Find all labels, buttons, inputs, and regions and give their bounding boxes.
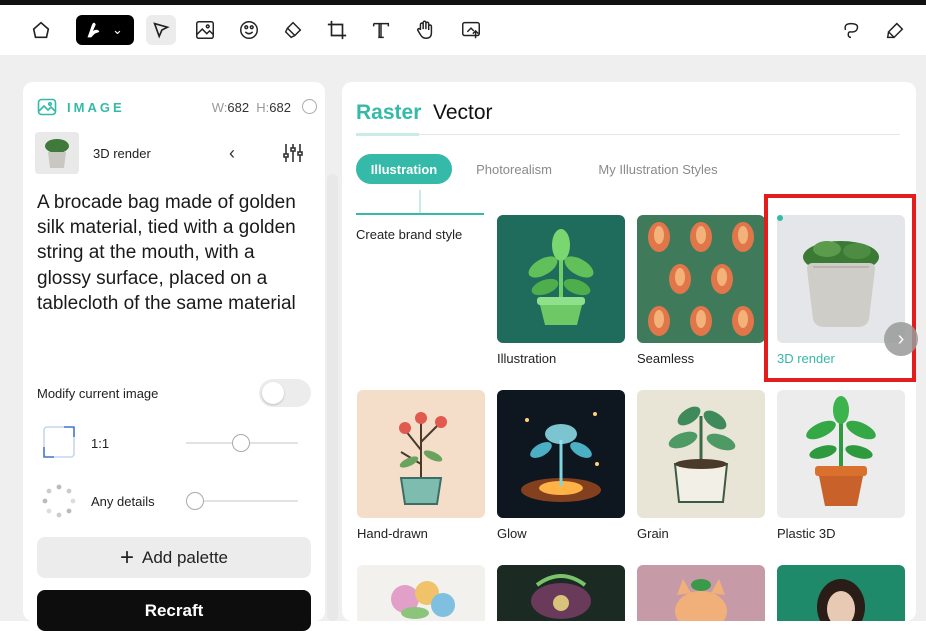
- dimensions: W:682 H:682: [212, 100, 291, 115]
- style-card-plastic-3d[interactable]: [777, 390, 905, 518]
- image-frame-icon[interactable]: [190, 15, 220, 45]
- style-card-row3-3[interactable]: [637, 565, 765, 621]
- add-palette-label: Add palette: [142, 547, 229, 567]
- upload-icon[interactable]: [456, 15, 486, 45]
- card-label-plastic-3d: Plastic 3D: [777, 526, 836, 541]
- aspect-ratio-icon[interactable]: [42, 425, 76, 459]
- tab-raster[interactable]: Raster: [356, 101, 421, 125]
- history-icon[interactable]: [302, 99, 317, 114]
- add-palette-button[interactable]: + Add palette: [37, 537, 311, 578]
- home-icon[interactable]: [26, 15, 56, 45]
- chevron-right-icon[interactable]: ›: [884, 322, 918, 356]
- create-brand-style-button[interactable]: Create brand style: [356, 227, 462, 242]
- chip-my-illustration-styles[interactable]: My Illustration Styles: [580, 154, 736, 184]
- card-label-seamless: Seamless: [637, 351, 695, 366]
- clear-icon[interactable]: [880, 15, 910, 45]
- tabs-divider: [356, 134, 900, 135]
- style-card-row3-4[interactable]: [777, 565, 905, 621]
- modify-label: Modify current image: [37, 386, 159, 401]
- details-knob[interactable]: [186, 492, 204, 510]
- selected-style-row[interactable]: 3D render ‹: [35, 132, 315, 174]
- image-icon: [37, 98, 57, 116]
- plus-icon: +: [119, 543, 134, 571]
- panel-scrollbar[interactable]: [327, 174, 338, 621]
- width-label: W:: [211, 99, 228, 115]
- height-label: H:: [256, 99, 270, 115]
- brand-connector: [419, 190, 421, 214]
- style-card-hand-drawn[interactable]: [357, 390, 485, 518]
- style-thumbnail: [35, 132, 79, 174]
- width-value[interactable]: 682: [227, 100, 249, 115]
- panel-header: IMAGE W:682 H:682: [37, 96, 317, 118]
- back-chevron-icon[interactable]: ‹: [229, 143, 235, 164]
- aspect-ratio-knob[interactable]: [232, 434, 250, 452]
- adjustments-icon[interactable]: [281, 141, 305, 165]
- style-card-row3-1[interactable]: [357, 565, 485, 621]
- modify-toggle[interactable]: [259, 379, 311, 407]
- panel-title: IMAGE: [67, 99, 125, 115]
- hand-tool-icon[interactable]: [410, 15, 440, 45]
- style-card-grain[interactable]: [637, 390, 765, 518]
- details-label: Any details: [91, 494, 155, 509]
- palette-icon[interactable]: [234, 15, 264, 45]
- prompt-text[interactable]: A brocade bag made of golden silk materi…: [37, 190, 312, 316]
- style-card-illustration[interactable]: [497, 215, 625, 343]
- active-tab-indicator: [356, 133, 419, 136]
- toolbar: ⌄: [0, 5, 926, 55]
- crop-icon[interactable]: [322, 15, 352, 45]
- tab-vector[interactable]: Vector: [433, 101, 493, 125]
- style-name: 3D render: [93, 145, 151, 161]
- toggle-knob: [262, 382, 284, 404]
- chip-photorealism[interactable]: Photorealism: [464, 154, 564, 184]
- style-card-seamless[interactable]: [637, 215, 765, 343]
- details-icon: [42, 484, 76, 518]
- card-label-illustration: Illustration: [497, 351, 557, 366]
- card-label-hand-drawn: Hand-drawn: [357, 526, 428, 541]
- card-label-grain: Grain: [637, 526, 669, 541]
- aspect-ratio-value: 1:1: [91, 436, 110, 451]
- text-tool-icon[interactable]: [366, 15, 396, 45]
- lasso-icon[interactable]: [836, 15, 866, 45]
- chip-illustration[interactable]: Illustration: [356, 154, 452, 184]
- height-value[interactable]: 682: [269, 100, 291, 115]
- style-card-row3-2[interactable]: [497, 565, 625, 621]
- select-tool-icon[interactable]: [146, 15, 176, 45]
- brand-style-bar: [356, 213, 484, 215]
- chevron-down-icon[interactable]: ⌄: [112, 22, 123, 38]
- eraser-icon[interactable]: [278, 15, 308, 45]
- brush-tool-icon[interactable]: ⌄: [76, 15, 134, 45]
- recraft-button[interactable]: Recraft: [37, 590, 311, 631]
- style-card-glow[interactable]: [497, 390, 625, 518]
- card-label-glow: Glow: [497, 526, 527, 541]
